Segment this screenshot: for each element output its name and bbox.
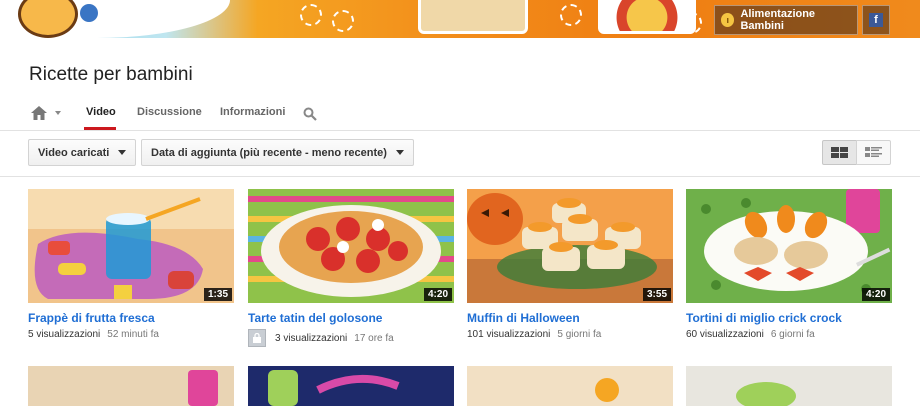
video-title-link[interactable]: Tortini di miglio crick crock bbox=[686, 311, 892, 325]
thumbnail-image bbox=[686, 189, 892, 303]
video-title-link[interactable]: Muffin di Halloween bbox=[467, 311, 673, 325]
active-tab-indicator bbox=[84, 127, 116, 130]
thumbnail-image bbox=[248, 366, 454, 406]
tab-discussione[interactable]: Discussione bbox=[137, 106, 202, 118]
uploads-dropdown-label: Video caricati bbox=[38, 146, 110, 159]
video-toolbar: Video caricati Data di aggiunta (più rec… bbox=[0, 131, 920, 177]
video-thumbnail[interactable]: 1:35 bbox=[28, 189, 234, 303]
tab-informazioni[interactable]: Informazioni bbox=[220, 106, 285, 118]
view-count: 5 visualizzazioni bbox=[28, 329, 101, 340]
facebook-icon: f bbox=[869, 13, 883, 27]
video-meta: 60 visualizzazioni 6 giorni fa bbox=[686, 329, 892, 340]
flower-decoration bbox=[332, 10, 354, 32]
video-thumbnail[interactable]: 4:20 bbox=[248, 189, 454, 303]
channel-link-button[interactable]: ı Alimentazione Bambini bbox=[714, 5, 858, 35]
upload-age: 52 minuti fa bbox=[107, 329, 159, 340]
video-duration: 1:35 bbox=[203, 288, 232, 301]
flower-decoration bbox=[560, 4, 582, 26]
channel-link-label: Alimentazione Bambini bbox=[740, 8, 816, 32]
channel-logo-icon: ı bbox=[721, 13, 735, 27]
chevron-down-icon bbox=[395, 150, 404, 155]
channel-banner: ı Alimentazione Bambini f bbox=[0, 0, 920, 38]
video-meta: 3 visualizzazioni 17 ore fa bbox=[248, 329, 454, 347]
facebook-button[interactable]: f bbox=[862, 5, 890, 35]
video-duration: 4:20 bbox=[423, 288, 452, 301]
video-thumbnail[interactable] bbox=[686, 366, 892, 406]
thumbnail-image bbox=[28, 189, 234, 303]
list-view-button[interactable] bbox=[856, 140, 891, 165]
thumbnail-image bbox=[467, 189, 673, 303]
video-card[interactable]: 3:55 Muffin di Halloween 101 visualizzaz… bbox=[467, 189, 673, 340]
view-count: 60 visualizzazioni bbox=[686, 329, 764, 340]
sort-dropdown-label: Data di aggiunta (più recente - meno rec… bbox=[151, 146, 387, 159]
upload-age: 6 giorni fa bbox=[770, 329, 815, 340]
chevron-down-icon[interactable] bbox=[55, 111, 61, 115]
upload-age: 17 ore fa bbox=[354, 332, 394, 344]
tab-video[interactable]: Video bbox=[86, 106, 116, 118]
video-thumbnail[interactable] bbox=[248, 366, 454, 406]
video-thumbnail[interactable] bbox=[467, 366, 673, 406]
video-meta: 5 visualizzazioni 52 minuti fa bbox=[28, 329, 234, 340]
chevron-down-icon bbox=[118, 150, 127, 155]
video-card[interactable]: 4:20 Tortini di miglio crick crock 60 vi… bbox=[686, 189, 892, 340]
sort-dropdown[interactable]: Data di aggiunta (più recente - meno rec… bbox=[141, 139, 414, 166]
avatar bbox=[248, 329, 266, 347]
thumbnail-image bbox=[28, 366, 234, 406]
video-thumbnail[interactable]: 4:20 bbox=[686, 189, 892, 303]
video-thumbnail[interactable]: 3:55 bbox=[467, 189, 673, 303]
banner-photo bbox=[598, 0, 696, 34]
lock-icon bbox=[253, 333, 261, 343]
view-count: 3 visualizzazioni bbox=[275, 332, 348, 344]
uploads-dropdown[interactable]: Video caricati bbox=[28, 139, 137, 166]
search-icon[interactable] bbox=[303, 107, 317, 121]
video-duration: 3:55 bbox=[642, 288, 671, 301]
home-icon[interactable] bbox=[31, 106, 47, 120]
video-card[interactable]: 1:35 Frappè di frutta fresca 5 visualizz… bbox=[28, 189, 234, 340]
video-meta: 101 visualizzazioni 5 giorni fa bbox=[467, 329, 673, 340]
upload-age: 5 giorni fa bbox=[557, 329, 602, 340]
grid-view-button[interactable] bbox=[822, 140, 857, 165]
banner-photo bbox=[418, 0, 528, 34]
grid-view-icon bbox=[831, 147, 848, 158]
channel-title: Ricette per bambini bbox=[29, 64, 193, 85]
video-thumbnail[interactable] bbox=[28, 366, 234, 406]
thumbnail-image bbox=[686, 366, 892, 406]
thumbnail-image bbox=[248, 189, 454, 303]
thumbnail-image bbox=[467, 366, 673, 406]
view-count: 101 visualizzazioni bbox=[467, 329, 551, 340]
video-card[interactable]: 4:20 Tarte tatin del golosone 3 visualiz… bbox=[248, 189, 454, 347]
video-title-link[interactable]: Tarte tatin del golosone bbox=[248, 311, 454, 325]
mascot-detail bbox=[80, 4, 98, 22]
video-duration: 4:20 bbox=[861, 288, 890, 301]
channel-tabs: Video Discussione Informazioni bbox=[0, 98, 920, 131]
list-view-icon bbox=[865, 147, 882, 157]
video-title-link[interactable]: Frappè di frutta fresca bbox=[28, 311, 234, 325]
flower-decoration bbox=[300, 4, 322, 26]
